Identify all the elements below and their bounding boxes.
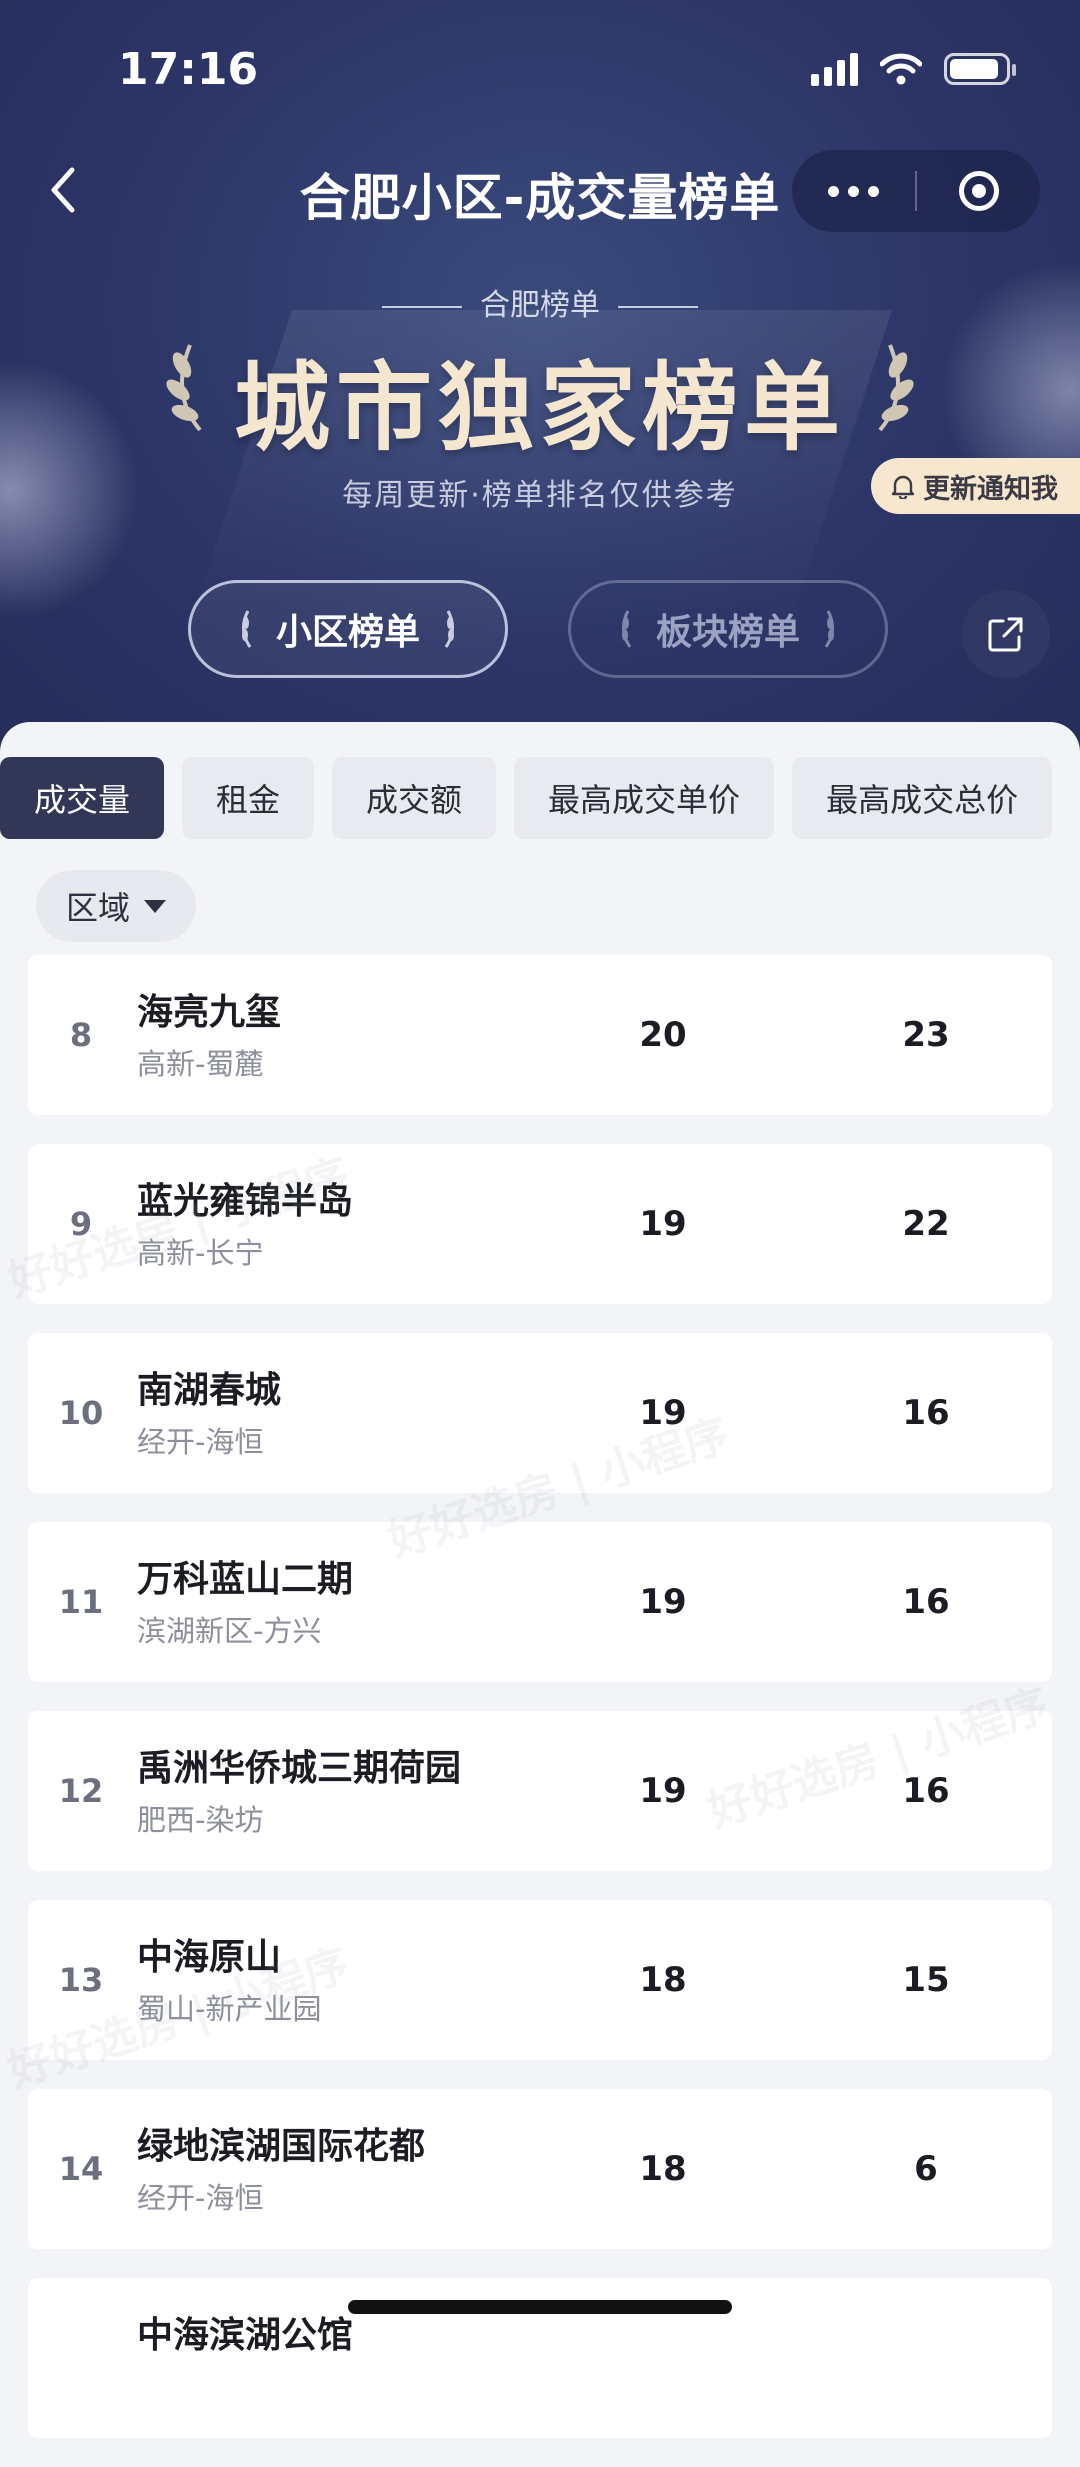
caret-down-icon — [144, 899, 167, 913]
deal-count: 18 — [639, 1960, 687, 2000]
community-name: 南湖春城 — [137, 1370, 282, 1411]
miniprogram-capsule — [792, 150, 1040, 232]
leaf-right-icon — [824, 610, 834, 648]
leaf-left-icon — [621, 610, 632, 648]
community-name: 禹洲华侨城三期荷园 — [137, 1748, 462, 1789]
rank-number: 10 — [58, 1394, 104, 1432]
secondary-value: 23 — [902, 1015, 950, 1055]
region-filter-dropdown[interactable]: 区域 — [36, 870, 197, 942]
rank-number — [28, 2278, 134, 2438]
share-button[interactable] — [962, 590, 1050, 678]
signal-icon — [811, 52, 858, 86]
secondary-value: 16 — [902, 1393, 950, 1433]
tab-volume[interactable]: 成交量 — [0, 757, 165, 839]
ranking-panel: 成交量 租金 成交额 最高成交单价 最高成交总价 区域 8 海亮九玺 高新-蜀麓… — [0, 722, 1080, 2438]
deal-count: 19 — [639, 1204, 687, 1244]
tab-rent[interactable]: 租金 — [182, 757, 315, 839]
close-miniprogram-icon[interactable] — [917, 171, 1040, 211]
secondary-value: 6 — [914, 2149, 938, 2189]
secondary-value: 16 — [902, 1582, 950, 1622]
hero-title: 城市独家榜单 — [234, 352, 846, 464]
bell-icon — [891, 475, 915, 499]
secondary-value: 22 — [902, 1204, 950, 1244]
community-name: 中海滨湖公馆 — [137, 2315, 354, 2356]
community-ranking-label: 小区榜单 — [275, 612, 420, 653]
rank-number: 14 — [58, 2150, 104, 2188]
community-name: 海亮九玺 — [137, 992, 282, 1033]
district-ranking-toggle[interactable]: 板块榜单 — [568, 580, 888, 678]
community-ranking-toggle[interactable]: 小区榜单 — [188, 580, 508, 678]
metric-tabs: 成交量 租金 成交额 最高成交单价 最高成交总价 — [0, 757, 1053, 839]
district-ranking-label: 板块榜单 — [655, 612, 800, 653]
list-item[interactable]: 14 绿地滨湖国际花都 经开-海恒 18 6 — [28, 2089, 1052, 2249]
secondary-value — [851, 2278, 1001, 2438]
tab-max-total-price[interactable]: 最高成交总价 — [792, 757, 1053, 839]
community-name: 绿地滨湖国际花都 — [137, 2126, 426, 2167]
list-item[interactable]: 11 万科蓝山二期 滨湖新区-方兴 19 16 — [28, 1522, 1052, 1682]
hero-banner: 17:16 合肥小区-成交量榜单 合肥榜单 城市独家榜单 每周更新·榜单排名仅供… — [0, 0, 1080, 760]
rank-number: 11 — [58, 1583, 104, 1621]
deal-count: 18 — [639, 2149, 687, 2189]
rank-number: 8 — [69, 1016, 93, 1054]
community-area: 滨湖新区-方兴 — [137, 1614, 322, 1648]
battery-icon — [944, 53, 1016, 85]
community-area: 经开-海恒 — [137, 1425, 264, 1459]
leaf-right-icon — [444, 610, 454, 648]
ranking-list: 8 海亮九玺 高新-蜀麓 20 23 9 蓝光雍锦半岛 高新-长宁 19 22 … — [28, 955, 1052, 2467]
home-indicator — [348, 2300, 732, 2314]
notify-me-label: 更新通知我 — [923, 473, 1058, 505]
community-area: 经开-海恒 — [137, 2181, 264, 2215]
tab-max-unit-price[interactable]: 最高成交单价 — [514, 757, 775, 839]
more-icon[interactable] — [792, 185, 915, 197]
list-item[interactable]: 8 海亮九玺 高新-蜀麓 20 23 — [28, 955, 1052, 1115]
deal-count: 19 — [639, 1582, 687, 1622]
status-icons — [811, 52, 1016, 86]
share-icon — [988, 617, 1023, 652]
rank-number: 12 — [58, 1772, 104, 1810]
hero-subtitle: 合肥榜单 — [0, 280, 1080, 324]
deal-count: 20 — [639, 1015, 687, 1055]
status-bar: 17:16 — [0, 0, 1080, 140]
region-filter-label: 区域 — [66, 889, 131, 927]
secondary-value: 15 — [902, 1960, 950, 2000]
notify-me-button[interactable]: 更新通知我 — [871, 458, 1080, 514]
status-time: 17:16 — [118, 44, 259, 95]
community-area: 高新-蜀麓 — [137, 1047, 264, 1081]
community-name: 万科蓝山二期 — [137, 1559, 354, 1600]
leaf-left-icon — [241, 610, 252, 648]
nav-bar: 合肥小区-成交量榜单 — [0, 140, 1080, 240]
wifi-icon — [880, 53, 922, 85]
tab-turnover[interactable]: 成交额 — [332, 757, 497, 839]
community-area: 肥西-染坊 — [137, 1803, 264, 1837]
